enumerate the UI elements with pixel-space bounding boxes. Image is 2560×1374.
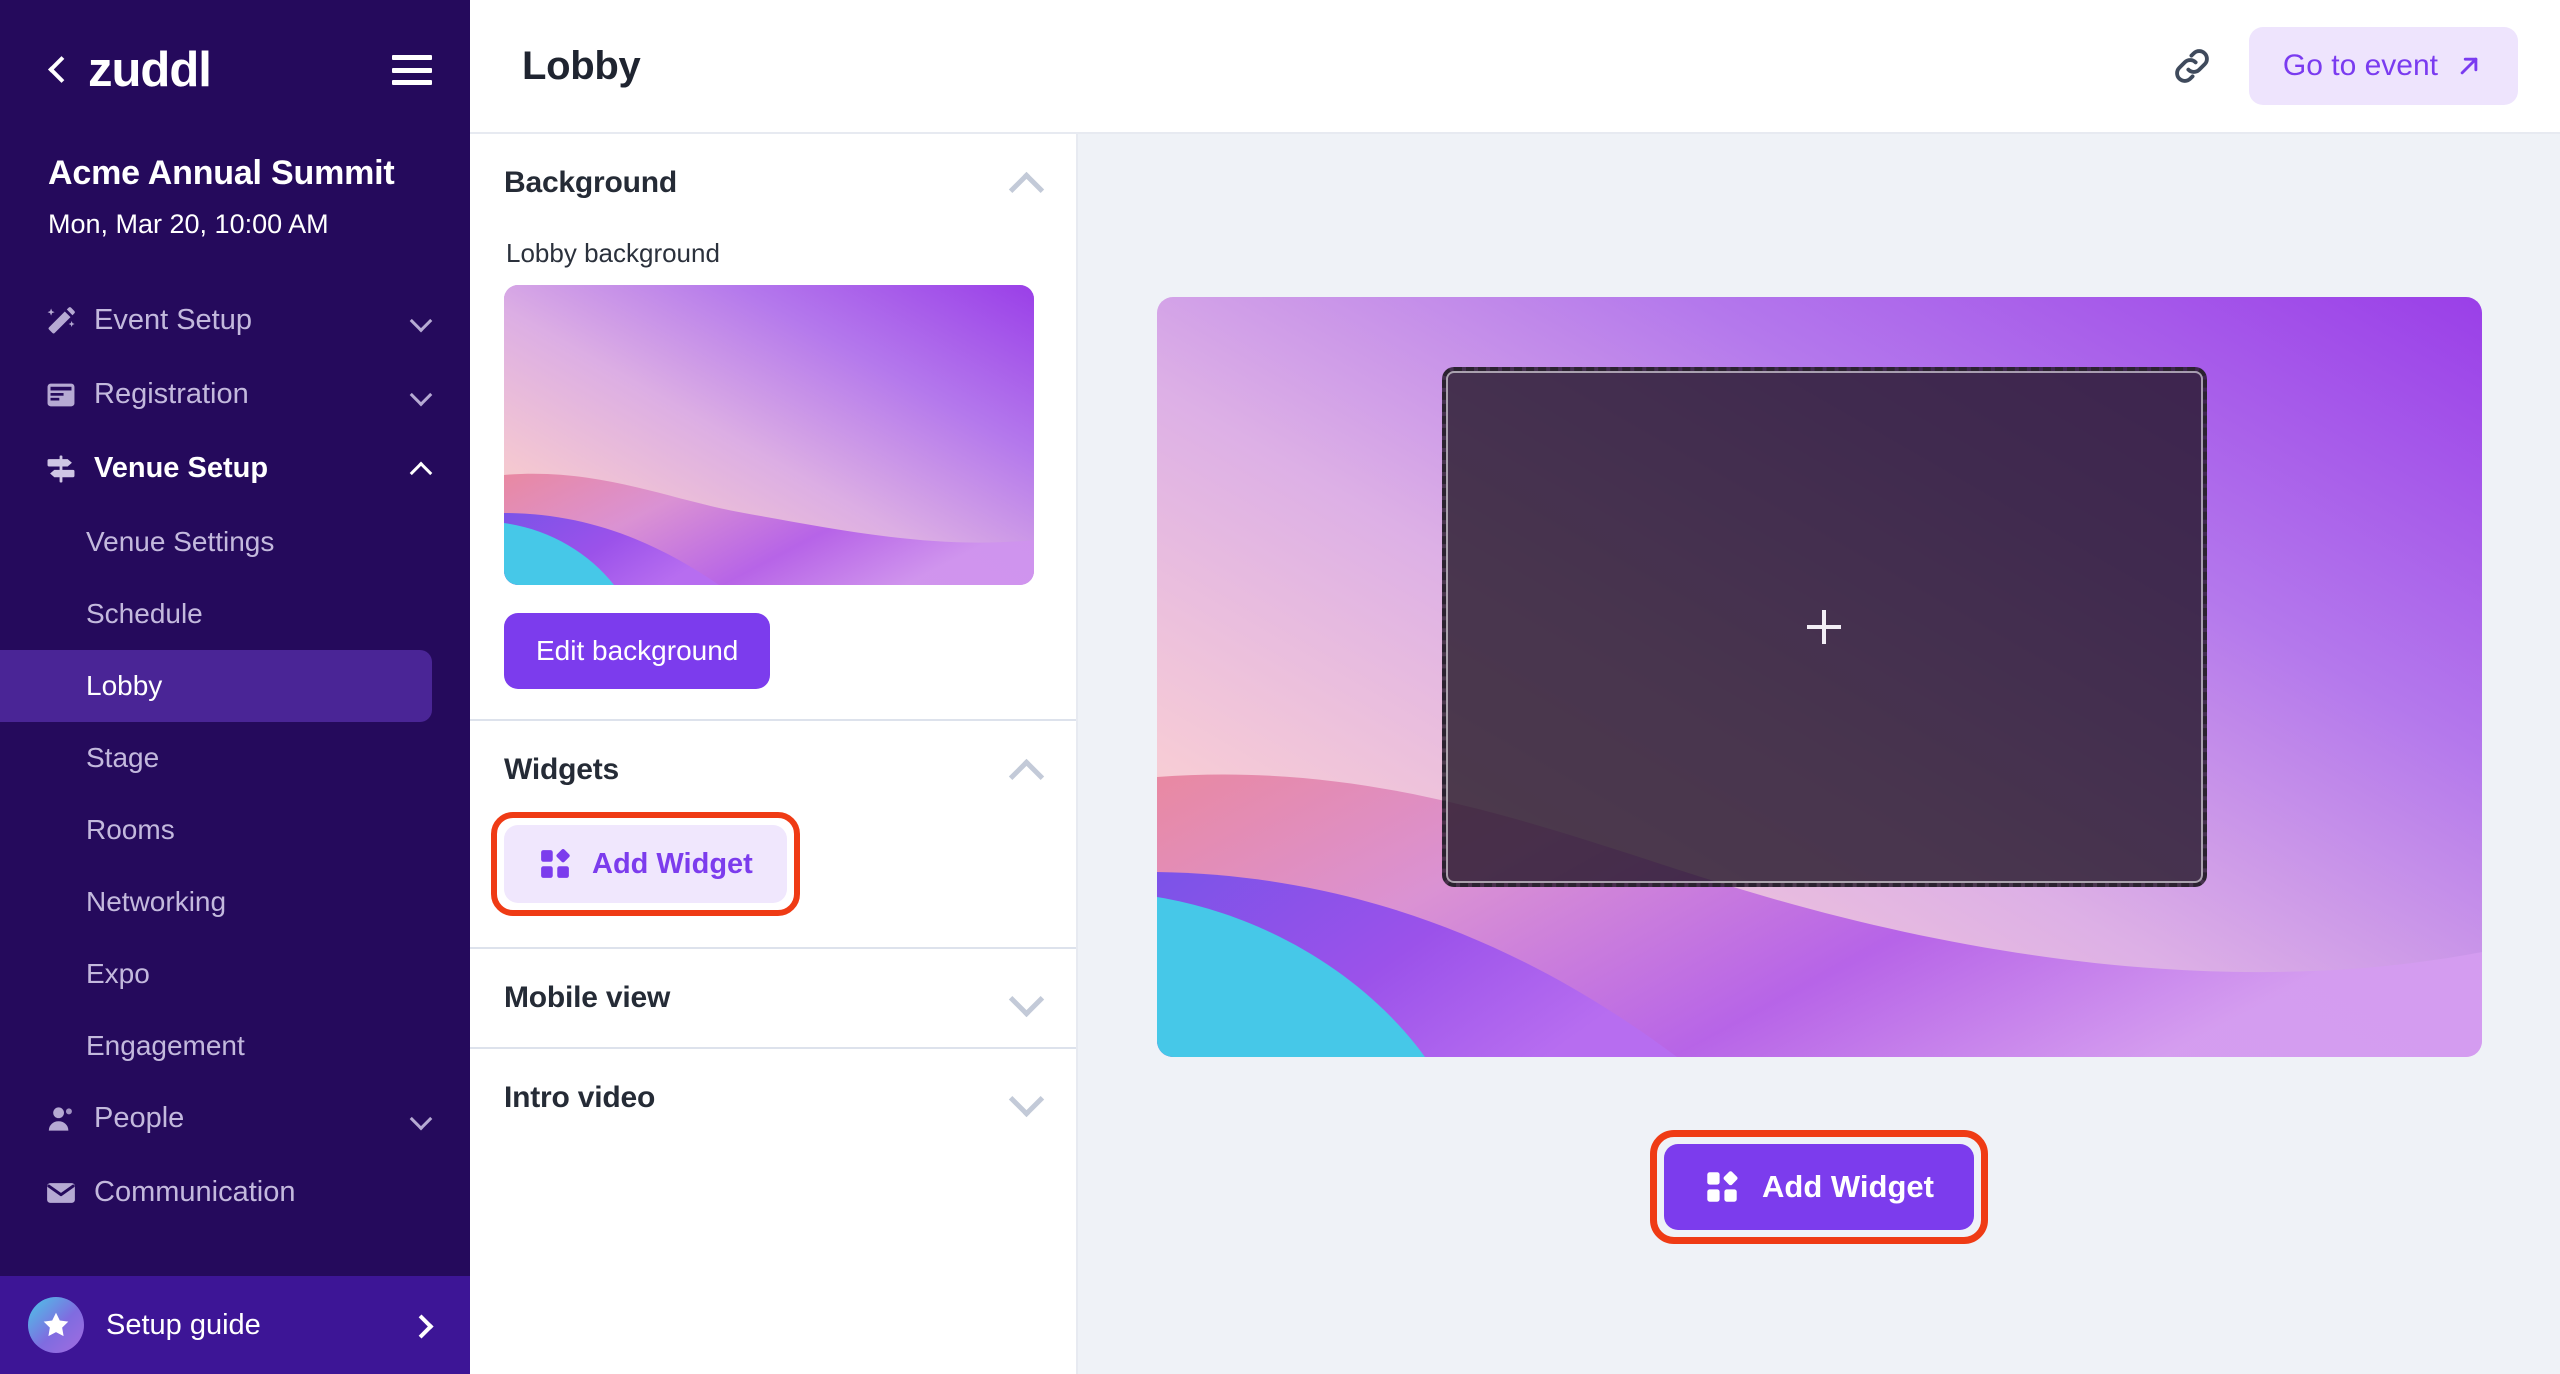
sidebar: zuddl Acme Annual Summit Mon, Mar 20, 10… bbox=[0, 0, 470, 1374]
sidebar-item-registration[interactable]: Registration bbox=[0, 358, 470, 432]
sidebar-subitem-expo[interactable]: Expo bbox=[0, 938, 432, 1010]
lobby-background-label: Lobby background bbox=[506, 238, 720, 268]
add-widget-canvas-wrapper: Add Widget bbox=[1650, 1130, 1988, 1244]
section-widgets: Widgets Add Widget bbox=[470, 721, 1076, 949]
section-background: Background Lobby background Edit backgro… bbox=[470, 134, 1076, 721]
magic-wand-icon bbox=[44, 304, 88, 338]
chevron-down-icon[interactable] bbox=[1008, 1081, 1042, 1115]
venue-subnav: Venue Settings Schedule Lobby Stage Room… bbox=[0, 506, 470, 1082]
link-chain-icon[interactable] bbox=[2165, 39, 2219, 93]
sidebar-item-communication[interactable]: Communication bbox=[0, 1156, 470, 1230]
sidebar-item-people[interactable]: People bbox=[0, 1082, 470, 1156]
zuddl-logo[interactable]: zuddl bbox=[88, 45, 212, 95]
envelope-icon bbox=[44, 1176, 88, 1210]
signpost-icon bbox=[44, 452, 88, 486]
hamburger-menu-icon[interactable] bbox=[392, 55, 432, 85]
section-widgets-header[interactable]: Widgets bbox=[504, 721, 1042, 819]
sidebar-item-label: Registration bbox=[94, 378, 249, 411]
sidebar-subitem-networking[interactable]: Networking bbox=[0, 866, 432, 938]
event-datetime: Mon, Mar 20, 10:00 AM bbox=[48, 208, 329, 239]
go-to-event-label: Go to event bbox=[2282, 49, 2438, 82]
section-background-body: Lobby background Edit background bbox=[504, 238, 1042, 719]
edit-background-button[interactable]: Edit background bbox=[504, 613, 771, 689]
background-artwork bbox=[504, 285, 1034, 585]
star-badge-icon bbox=[28, 1297, 84, 1353]
sidebar-subitem-lobby[interactable]: Lobby bbox=[0, 649, 432, 722]
chevron-down-icon[interactable] bbox=[1008, 981, 1042, 1015]
add-widget-canvas-button[interactable]: Add Widget bbox=[1664, 1144, 1974, 1230]
chevron-up-icon[interactable] bbox=[1008, 166, 1042, 200]
sidebar-item-label: Event Setup bbox=[94, 304, 252, 337]
chevron-right-icon[interactable] bbox=[412, 1310, 432, 1340]
section-mobile-view: Mobile view bbox=[470, 949, 1076, 1049]
section-title: Widgets bbox=[504, 753, 619, 786]
section-intro-video: Intro video bbox=[470, 1049, 1076, 1147]
lobby-settings-panel: Background Lobby background Edit backgro… bbox=[470, 134, 1078, 1374]
page-title: Lobby bbox=[522, 43, 641, 88]
widget-grid-icon bbox=[1707, 1171, 1738, 1202]
add-widget-panel-button[interactable]: Add Widget bbox=[504, 825, 787, 903]
setup-guide-button[interactable]: Setup guide bbox=[0, 1276, 470, 1374]
chevron-down-icon[interactable] bbox=[410, 310, 432, 332]
widget-dropzone[interactable] bbox=[1441, 367, 2207, 887]
form-card-icon bbox=[44, 378, 88, 412]
lobby-background-thumbnail[interactable] bbox=[504, 285, 1034, 585]
chevron-up-icon[interactable] bbox=[1008, 753, 1042, 787]
section-title: Mobile view bbox=[504, 981, 671, 1014]
chevron-down-icon[interactable] bbox=[410, 384, 432, 406]
lobby-canvas: Add Widget bbox=[1078, 134, 2560, 1374]
section-background-header[interactable]: Background bbox=[504, 134, 1042, 232]
sidebar-nav: Event Setup Registration Venue Setup Ven… bbox=[0, 284, 470, 1276]
person-icon bbox=[44, 1102, 88, 1136]
sidebar-subitem-schedule[interactable]: Schedule bbox=[0, 578, 432, 650]
sidebar-item-label: Communication bbox=[94, 1176, 296, 1209]
sidebar-item-venue-setup[interactable]: Venue Setup bbox=[0, 432, 470, 506]
lobby-preview bbox=[1156, 297, 2482, 1057]
event-summary: Acme Annual Summit Mon, Mar 20, 10:00 AM bbox=[0, 140, 470, 246]
section-title: Intro video bbox=[504, 1081, 656, 1114]
sidebar-item-label: Venue Setup bbox=[94, 452, 269, 485]
add-widget-canvas-label: Add Widget bbox=[1762, 1169, 1934, 1204]
sidebar-item-event-setup[interactable]: Event Setup bbox=[0, 284, 470, 358]
brand: zuddl bbox=[48, 45, 212, 95]
chevron-down-icon[interactable] bbox=[410, 1108, 432, 1130]
content-row: Background Lobby background Edit backgro… bbox=[470, 134, 2560, 1374]
sidebar-item-label: People bbox=[94, 1102, 185, 1135]
widget-grid-icon bbox=[541, 849, 570, 878]
sidebar-subitem-stage[interactable]: Stage bbox=[0, 722, 432, 794]
section-mobile-view-header[interactable]: Mobile view bbox=[504, 949, 1042, 1047]
app-root: zuddl Acme Annual Summit Mon, Mar 20, 10… bbox=[0, 0, 2560, 1374]
chevron-left-icon[interactable] bbox=[48, 53, 68, 87]
event-name: Acme Annual Summit bbox=[48, 154, 395, 192]
main-area: Lobby Go to event Background Lobby backg… bbox=[470, 0, 2560, 1374]
section-widgets-body: Add Widget bbox=[491, 812, 1042, 947]
sidebar-subitem-rooms[interactable]: Rooms bbox=[0, 794, 432, 866]
section-title: Background bbox=[504, 166, 678, 199]
setup-guide-label: Setup guide bbox=[106, 1308, 261, 1341]
section-intro-video-header[interactable]: Intro video bbox=[504, 1049, 1042, 1147]
add-widget-panel-label: Add Widget bbox=[592, 847, 753, 880]
sidebar-subitem-engagement[interactable]: Engagement bbox=[0, 1010, 432, 1082]
chevron-up-icon[interactable] bbox=[410, 458, 432, 480]
arrow-up-right-icon bbox=[2460, 57, 2478, 75]
topbar-actions: Go to event bbox=[2165, 27, 2518, 105]
sidebar-header: zuddl bbox=[0, 0, 470, 140]
topbar: Lobby Go to event bbox=[470, 0, 2560, 134]
go-to-event-button[interactable]: Go to event bbox=[2248, 27, 2518, 105]
plus-icon bbox=[1807, 610, 1841, 644]
sidebar-subitem-venue-settings[interactable]: Venue Settings bbox=[0, 506, 432, 578]
add-widget-panel-wrapper: Add Widget bbox=[491, 812, 800, 916]
